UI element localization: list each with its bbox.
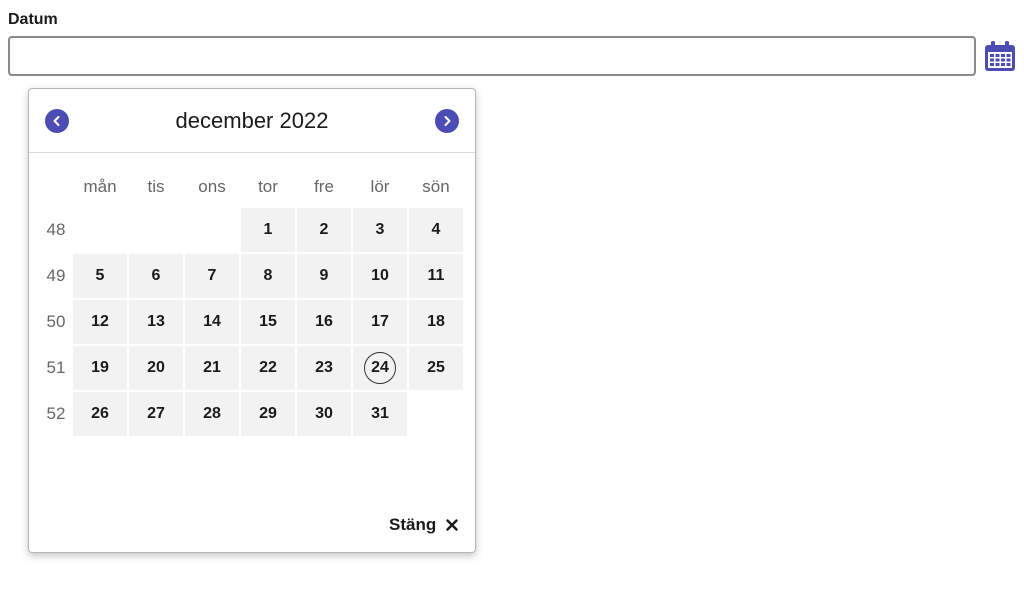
day-cell[interactable]: 10 bbox=[353, 254, 407, 298]
next-month-button[interactable] bbox=[435, 109, 459, 133]
weekday-header: tis bbox=[147, 177, 165, 196]
close-button[interactable]: Stäng bbox=[389, 515, 458, 535]
day-label: 29 bbox=[259, 405, 277, 422]
week-number: 52 bbox=[46, 404, 66, 423]
day-cell[interactable]: 31 bbox=[353, 392, 407, 436]
day-label: 27 bbox=[147, 405, 165, 422]
weekday-header: ons bbox=[198, 177, 226, 196]
day-label: 11 bbox=[427, 267, 445, 284]
day-label: 23 bbox=[315, 359, 333, 376]
day-label: 26 bbox=[91, 405, 109, 422]
date-form: Datum december 2022 mån tis ons tor fre … bbox=[0, 0, 1024, 600]
day-label: 21 bbox=[203, 359, 221, 376]
day-cell[interactable]: 4 bbox=[409, 208, 463, 252]
day-label: 2 bbox=[319, 221, 329, 238]
chevron-right-icon bbox=[444, 116, 451, 126]
day-label: 12 bbox=[91, 313, 109, 330]
field-label: Datum bbox=[8, 11, 58, 28]
month-title: december 2022 bbox=[175, 108, 329, 133]
day-label: 17 bbox=[371, 313, 389, 330]
day-label: 31 bbox=[371, 405, 389, 422]
day-cell[interactable]: 3 bbox=[353, 208, 407, 252]
day-cell[interactable]: 17 bbox=[353, 300, 407, 344]
day-cell[interactable]: 20 bbox=[129, 346, 183, 390]
day-label: 1 bbox=[263, 221, 273, 238]
day-label: 6 bbox=[151, 267, 161, 284]
day-label: 10 bbox=[371, 267, 389, 284]
day-cell[interactable]: 28 bbox=[185, 392, 239, 436]
week-number: 50 bbox=[46, 312, 66, 331]
day-cell[interactable]: 18 bbox=[409, 300, 463, 344]
day-label: 15 bbox=[259, 313, 277, 330]
day-label: 25 bbox=[427, 359, 445, 376]
weekday-header: mån bbox=[83, 177, 117, 196]
day-label: 9 bbox=[319, 267, 329, 284]
day-label: 18 bbox=[427, 313, 445, 330]
day-label: 24 bbox=[364, 352, 396, 384]
day-cell[interactable]: 22 bbox=[241, 346, 295, 390]
day-cell[interactable]: 13 bbox=[129, 300, 183, 344]
close-label: Stäng bbox=[389, 515, 437, 534]
date-input[interactable] bbox=[8, 36, 976, 76]
day-cell[interactable]: 9 bbox=[297, 254, 351, 298]
day-cell[interactable]: 12 bbox=[73, 300, 127, 344]
day-label: 28 bbox=[203, 405, 221, 422]
day-cell[interactable]: 11 bbox=[409, 254, 463, 298]
week-number: 48 bbox=[46, 220, 66, 239]
day-label: 19 bbox=[91, 359, 109, 376]
day-cell[interactable]: 21 bbox=[185, 346, 239, 390]
day-cell[interactable]: 1 bbox=[241, 208, 295, 252]
day-cell[interactable]: 26 bbox=[73, 392, 127, 436]
day-cell[interactable]: 23 bbox=[297, 346, 351, 390]
weekday-header: fre bbox=[314, 177, 334, 196]
day-cell[interactable]: 5 bbox=[73, 254, 127, 298]
weekday-header: tor bbox=[258, 177, 278, 196]
day-label: 4 bbox=[431, 221, 441, 238]
day-label: 7 bbox=[207, 267, 217, 284]
day-label: 30 bbox=[315, 405, 333, 422]
close-icon bbox=[446, 519, 458, 531]
day-cell[interactable]: 19 bbox=[73, 346, 127, 390]
weekday-header: sön bbox=[422, 177, 450, 196]
day-label: 22 bbox=[259, 359, 277, 376]
day-cell[interactable]: 6 bbox=[129, 254, 183, 298]
day-label: 20 bbox=[147, 359, 165, 376]
day-cell[interactable]: 7 bbox=[185, 254, 239, 298]
day-cell[interactable]: 8 bbox=[241, 254, 295, 298]
day-cell-today[interactable]: 24 bbox=[353, 346, 407, 390]
week-number: 49 bbox=[46, 266, 66, 285]
day-cell[interactable]: 2 bbox=[297, 208, 351, 252]
day-label: 14 bbox=[203, 313, 221, 330]
day-label: 3 bbox=[375, 221, 385, 238]
day-cell[interactable]: 14 bbox=[185, 300, 239, 344]
day-cell[interactable]: 29 bbox=[241, 392, 295, 436]
week-number: 51 bbox=[46, 358, 66, 377]
day-label: 16 bbox=[315, 313, 333, 330]
datepicker-popup: december 2022 mån tis ons tor fre lör sön 48 1 2 3… bbox=[28, 88, 476, 553]
day-cell[interactable]: 30 bbox=[297, 392, 351, 436]
day-label: 8 bbox=[263, 267, 273, 284]
day-cell[interactable]: 16 bbox=[297, 300, 351, 344]
calendar-button[interactable] bbox=[982, 38, 1018, 74]
day-label: 5 bbox=[95, 267, 105, 284]
day-cell[interactable]: 27 bbox=[129, 392, 183, 436]
datepicker-header: december 2022 bbox=[29, 89, 475, 153]
weekday-header: lör bbox=[370, 177, 390, 196]
calendar-icon bbox=[985, 41, 1015, 71]
day-cell[interactable]: 15 bbox=[241, 300, 295, 344]
day-cell[interactable]: 25 bbox=[409, 346, 463, 390]
day-label: 13 bbox=[147, 313, 165, 330]
